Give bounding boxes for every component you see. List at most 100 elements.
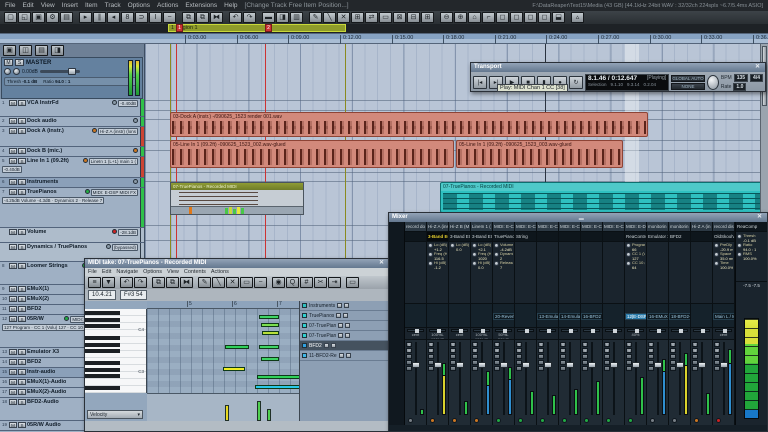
channel-input-label[interactable]: monitorin	[647, 222, 668, 232]
pan-slider[interactable]	[473, 329, 490, 332]
fx-insert-slot[interactable]: 3-Band EQ	[449, 232, 470, 242]
fx-button[interactable]	[494, 354, 500, 359]
repeat-button[interactable]: ↻	[569, 76, 583, 89]
zoom-time-sel-icon[interactable]: ⌐	[482, 12, 495, 23]
solo-button[interactable]: S	[560, 342, 566, 347]
send-slot[interactable]: 20-Reverb	[493, 313, 514, 320]
quantize-icon[interactable]: Q	[286, 277, 299, 288]
erase-note-icon[interactable]: ✕	[226, 277, 239, 288]
track-mute-button[interactable]: M	[9, 389, 17, 395]
menu-item[interactable]: Insert	[62, 2, 78, 9]
param-knob[interactable]: Freq (Hz)1020	[471, 252, 492, 261]
fader-section[interactable]: S M	[647, 340, 668, 425]
inline-midi-editor[interactable]: 07-TruePianos - Recorded MIDI	[170, 182, 304, 215]
channel-input-label[interactable]: MIDI: E-C	[603, 222, 624, 232]
fader-thumb[interactable]	[478, 362, 486, 368]
record-arm-button[interactable]	[474, 418, 479, 423]
midi-note[interactable]	[261, 357, 279, 361]
fader-thumb[interactable]	[720, 362, 728, 368]
knob-icon[interactable]	[494, 252, 499, 257]
zoom-project-icon[interactable]: ⌂	[468, 12, 481, 23]
track-name[interactable]: TruePianos	[309, 313, 334, 319]
item-edit-icon[interactable]: I	[149, 12, 162, 23]
param-knob[interactable]: Time100.0%	[713, 261, 734, 270]
velocity-bar[interactable]	[241, 208, 244, 214]
track-name[interactable]: Loomer Strings	[27, 263, 68, 270]
record-arm-button[interactable]	[64, 316, 69, 321]
midi-item[interactable]: 07-TruePianos - Recorded MIDI	[440, 182, 766, 213]
fader-track[interactable]	[701, 342, 703, 415]
mute-items-icon[interactable]: ⊟	[407, 12, 420, 23]
fader-track[interactable]	[503, 342, 505, 415]
automation-mode-button[interactable]: NONE	[671, 83, 705, 90]
transport-position-display[interactable]: 8.1.46 / 0:12.647[Playing] Selection 9.1…	[585, 74, 669, 91]
fx-button[interactable]	[406, 354, 412, 359]
channel-input-label[interactable]: MIDI: E-C	[537, 222, 558, 232]
bpm-value[interactable]: 135	[734, 74, 748, 82]
mixer-channel-strip[interactable]: MIDI: E-C 14-Emulat	[559, 222, 581, 425]
fader-track[interactable]	[569, 342, 571, 415]
velocity-bar[interactable]	[257, 401, 261, 421]
fx-button[interactable]	[626, 354, 632, 359]
menu-item[interactable]: Options	[143, 269, 162, 275]
pan-slider[interactable]	[517, 329, 534, 332]
routing-panel-icon[interactable]: ◨	[51, 45, 64, 56]
timeline-ruler[interactable]: 0:03.000:06.000:09.000:12.000:15.000:18.…	[0, 33, 768, 44]
solo-button[interactable]: S	[582, 342, 588, 347]
pointer-tool-icon[interactable]: ▸	[79, 12, 92, 23]
erase-tool-icon[interactable]: ✕	[337, 12, 350, 23]
fader-section[interactable]: S M	[537, 340, 558, 425]
pan-slider[interactable]	[495, 329, 512, 332]
fx-button[interactable]	[538, 354, 544, 359]
menu-item[interactable]: Navigate	[116, 269, 138, 275]
velocity-bar[interactable]	[189, 207, 192, 214]
knob-icon[interactable]	[472, 261, 477, 266]
knob-icon[interactable]	[494, 261, 499, 266]
pan-control[interactable]: 100%L 100%R	[471, 328, 492, 340]
channel-input-label[interactable]: record dis	[713, 222, 734, 232]
fx-button[interactable]	[516, 354, 522, 359]
track-manager-icon[interactable]: ▣	[3, 45, 16, 56]
fader-thumb[interactable]	[500, 362, 508, 368]
menu-item[interactable]: Options	[128, 2, 150, 9]
fx-button[interactable]	[604, 354, 610, 359]
grid-icon[interactable]: #	[300, 277, 313, 288]
mixer-master-strip[interactable]: ReaComp Thresh-0.1 dB Ratio94.0 : 1	[735, 222, 767, 425]
record-arm-button[interactable]	[496, 418, 501, 423]
midi-note[interactable]	[259, 345, 279, 349]
record-arm-button[interactable]	[430, 418, 435, 423]
track-mute-button[interactable]: M	[9, 369, 17, 375]
pan-slider[interactable]	[627, 329, 644, 332]
track-mute-button[interactable]: M	[9, 316, 17, 322]
knob-icon[interactable]	[714, 243, 719, 248]
midi-note[interactable]	[262, 331, 279, 335]
record-arm-button[interactable]	[540, 418, 545, 423]
mute-button[interactable]: M	[626, 348, 632, 353]
record-arm-button[interactable]	[133, 148, 138, 153]
fx-insert-slot[interactable]: Emulator X	[647, 232, 668, 242]
visibility-icon[interactable]	[344, 303, 349, 308]
track-name[interactable]: TruePianos	[27, 189, 57, 196]
fader-thumb[interactable]	[610, 362, 618, 368]
solo-button[interactable]: S	[428, 342, 434, 347]
midi-editor-track-row[interactable]: 07-TruePian	[300, 321, 389, 331]
menu-item[interactable]: Contents	[184, 269, 206, 275]
fader-section[interactable]: S M	[603, 340, 624, 425]
param-knob[interactable]: Thresh-0.1 dB	[736, 234, 767, 243]
pan-slider[interactable]	[649, 329, 666, 332]
close-icon[interactable]: ✕	[377, 259, 386, 268]
knob-icon[interactable]	[472, 243, 477, 248]
pan-slider[interactable]	[451, 329, 468, 332]
track-name[interactable]: Instr-audio	[27, 369, 55, 375]
mixer-channel-strip[interactable]: Hi-Z A (instr) (lon 3-Band EQ Lo (dB)+1.…	[427, 222, 449, 425]
mute-button[interactable]: M	[582, 348, 588, 353]
track-mute-button[interactable]: M	[9, 306, 17, 312]
fader-section[interactable]: S M	[493, 340, 514, 425]
pan-slider[interactable]	[561, 329, 578, 332]
fx-insert-slot[interactable]: OldSkoolV	[713, 232, 734, 242]
fx-button[interactable]	[692, 354, 698, 359]
fader-thumb[interactable]	[434, 362, 442, 368]
pan-control[interactable]: 40%	[625, 328, 646, 340]
track-io-badge[interactable]: Hi-Z A (instr) (lons	[98, 128, 138, 135]
item-ungroup-icon[interactable]: ⧉	[196, 12, 209, 23]
